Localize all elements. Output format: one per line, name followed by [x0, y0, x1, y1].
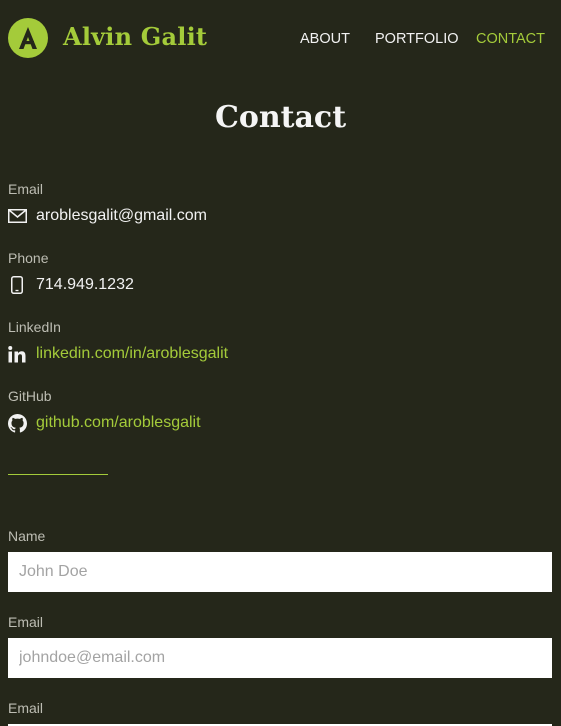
- phone-icon: [11, 276, 23, 294]
- name-input[interactable]: [8, 552, 552, 592]
- email-value: aroblesgalit@gmail.com: [36, 207, 207, 224]
- name-label: Name: [8, 528, 46, 544]
- nav-portfolio[interactable]: PORTFOLIO: [375, 31, 459, 47]
- site-header: Alvin Galit ABOUT PORTFOLIO CONTACT: [0, 0, 561, 80]
- email-input[interactable]: [8, 638, 552, 678]
- github-link[interactable]: github.com/aroblesgalit: [36, 414, 201, 432]
- phone-value: 714.949.1232: [36, 276, 134, 293]
- mail-icon: [8, 209, 27, 223]
- section-divider: [8, 474, 108, 475]
- email-field-label-2: Email: [8, 700, 44, 716]
- github-label: GitHub: [8, 388, 52, 404]
- logo-icon[interactable]: [8, 18, 48, 58]
- nav-about[interactable]: ABOUT: [300, 31, 350, 47]
- nav-contact[interactable]: CONTACT: [476, 31, 545, 47]
- brand-name[interactable]: Alvin Galit: [63, 22, 207, 51]
- linkedin-link[interactable]: linkedin.com/in/aroblesgalit: [36, 345, 228, 363]
- email-field-label: Email: [8, 614, 44, 630]
- github-icon: [8, 414, 27, 433]
- email-label: Email: [8, 181, 44, 197]
- linkedin-icon: [8, 346, 26, 363]
- page-title: Contact: [214, 100, 347, 135]
- linkedin-label: LinkedIn: [8, 319, 61, 335]
- phone-label: Phone: [8, 250, 49, 266]
